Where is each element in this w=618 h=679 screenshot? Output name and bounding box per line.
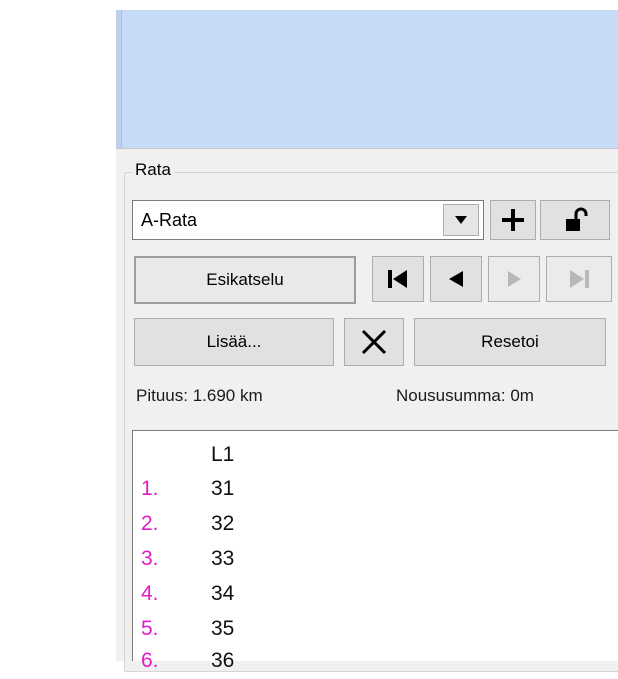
list-item-code: 36: [211, 649, 235, 672]
preview-button-label: Esikatselu: [206, 270, 284, 289]
list-item-number: 2.: [141, 512, 159, 535]
list-item-code: 31: [211, 477, 235, 500]
reset-button[interactable]: Resetoi: [414, 318, 606, 366]
window-edge: [0, 10, 8, 661]
add-more-button[interactable]: Lisää...: [134, 318, 334, 366]
delete-button[interactable]: [344, 318, 404, 366]
add-more-button-label: Lisää...: [206, 332, 262, 351]
plus-icon: [502, 209, 524, 231]
step-back-icon: [449, 271, 463, 287]
list-item-number: 5.: [141, 617, 159, 640]
close-icon: [361, 329, 387, 355]
chevron-down-icon[interactable]: [443, 204, 479, 236]
skip-first-icon: [388, 270, 407, 288]
list-item-code: 33: [211, 547, 235, 570]
list-header: L1: [211, 443, 235, 466]
unlock-icon: [566, 207, 588, 231]
preview-button[interactable]: Esikatselu: [134, 256, 356, 304]
map-preview-panel[interactable]: [116, 10, 618, 150]
list-item-code: 35: [211, 617, 235, 640]
list-item-number: 6.: [141, 649, 159, 672]
list-item-number: 1.: [141, 477, 159, 500]
list-item-code: 32: [211, 512, 235, 535]
reset-button-label: Resetoi: [481, 332, 539, 351]
skip-last-icon: [570, 270, 589, 288]
lock-button[interactable]: [540, 200, 610, 240]
control-list[interactable]: L1 1. 31 2. 32 3. 33 4. 34 5. 35 6. 36: [132, 430, 618, 672]
course-climb: Noususumma: 0m: [396, 386, 534, 405]
add-course-button[interactable]: [490, 200, 536, 240]
last-button[interactable]: [546, 256, 612, 302]
course-select[interactable]: A-Rata: [132, 200, 484, 240]
first-button[interactable]: [372, 256, 424, 302]
previous-button[interactable]: [430, 256, 482, 302]
play-icon: [508, 271, 521, 287]
course-group-title: Rata: [132, 160, 174, 180]
list-item-number: 3.: [141, 547, 159, 570]
list-item-code: 34: [211, 582, 235, 605]
list-item-number: 4.: [141, 582, 159, 605]
course-length: Pituus: 1.690 km: [136, 386, 263, 405]
play-button[interactable]: [488, 256, 540, 302]
course-select-value: A-Rata: [141, 209, 198, 230]
panel-splitter[interactable]: [116, 10, 122, 150]
